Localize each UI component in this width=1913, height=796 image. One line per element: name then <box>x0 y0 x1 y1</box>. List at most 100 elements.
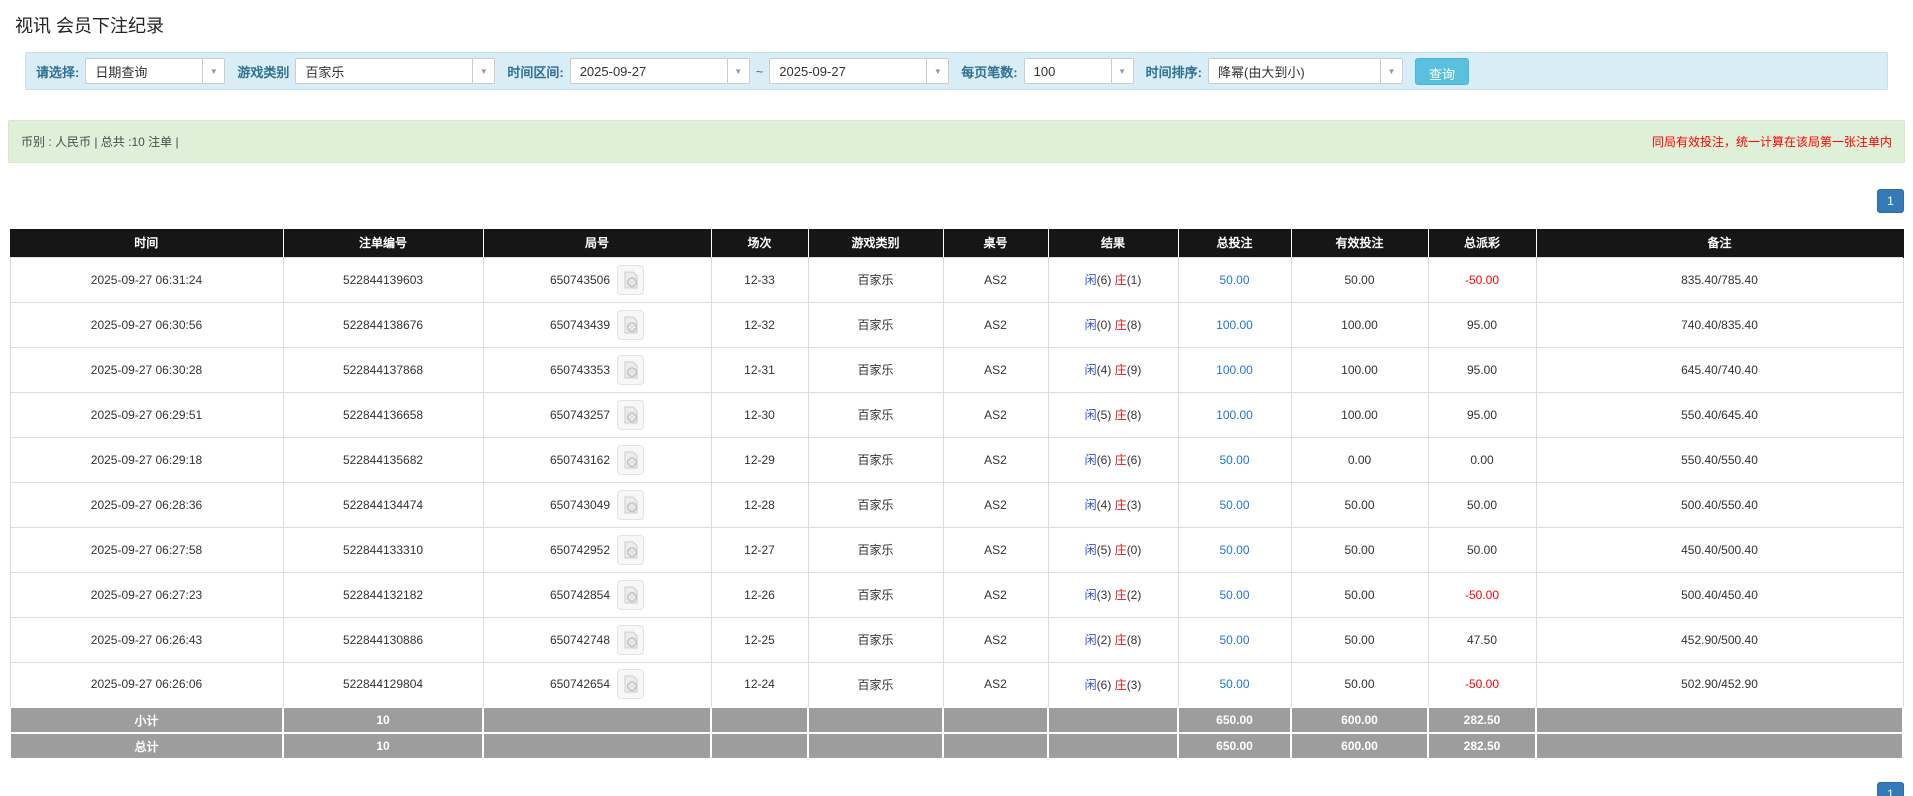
cell-payout: 50.00 <box>1428 482 1536 527</box>
result-banker-label: 庄 <box>1115 498 1127 512</box>
result-banker-score: (6) <box>1127 453 1142 467</box>
table-row: 2025-09-27 06:26:06 522844129804 6507426… <box>10 662 1903 707</box>
cell-result: 闲(6) 庄(3) <box>1048 662 1178 707</box>
video-replay-button[interactable] <box>617 669 644 699</box>
page-size-select[interactable]: 100 ▼ <box>1024 58 1134 84</box>
chevron-down-icon[interactable]: ▼ <box>1111 59 1133 83</box>
result-player-label: 闲 <box>1085 498 1097 512</box>
query-type-select[interactable]: 日期查询 ▼ <box>85 58 225 84</box>
table-row: 2025-09-27 06:31:24 522844139603 6507435… <box>10 257 1903 302</box>
date-to-select[interactable]: 2025-09-27 ▼ <box>769 58 949 84</box>
cell-note: 740.40/835.40 <box>1536 302 1903 347</box>
result-player-label: 闲 <box>1085 543 1097 557</box>
sort-order-select[interactable]: 降幂(由大到小) ▼ <box>1208 58 1403 84</box>
cell-payout: 0.00 <box>1428 437 1536 482</box>
result-banker-label: 庄 <box>1115 678 1127 692</box>
cell-session: 12-32 <box>711 302 808 347</box>
total-bet-link[interactable]: 100.00 <box>1216 363 1253 377</box>
sort-order-label: 时间排序: <box>1146 62 1202 81</box>
table-row: 2025-09-27 06:30:28 522844137868 6507433… <box>10 347 1903 392</box>
total-bet-link[interactable]: 50.00 <box>1219 453 1249 467</box>
total-bet-link[interactable]: 100.00 <box>1216 318 1253 332</box>
subtotal-total-bet: 650.00 <box>1178 707 1291 733</box>
total-bet-link[interactable]: 50.00 <box>1219 273 1249 287</box>
total-bet-link[interactable]: 50.00 <box>1219 633 1249 647</box>
cell-game-type: 百家乐 <box>808 347 943 392</box>
cell-time: 2025-09-27 06:27:58 <box>10 527 283 572</box>
round-no-value: 650743439 <box>550 318 610 332</box>
round-no-value: 650743353 <box>550 363 610 377</box>
round-no-value: 650743506 <box>550 273 610 287</box>
video-replay-button[interactable] <box>617 490 644 520</box>
cell-result: 闲(5) 庄(8) <box>1048 392 1178 437</box>
video-replay-button[interactable] <box>617 535 644 565</box>
cell-note: 502.90/452.90 <box>1536 662 1903 707</box>
page-button[interactable]: 1 <box>1877 782 1904 796</box>
cell-game-type: 百家乐 <box>808 437 943 482</box>
cell-total-bet: 100.00 <box>1178 302 1291 347</box>
total-bet-link[interactable]: 50.00 <box>1219 677 1249 691</box>
video-replay-button[interactable] <box>617 355 644 385</box>
chevron-down-icon[interactable]: ▼ <box>1380 59 1402 83</box>
cell-total-bet: 50.00 <box>1178 482 1291 527</box>
chevron-down-icon[interactable]: ▼ <box>202 59 224 83</box>
result-banker-label: 庄 <box>1115 363 1127 377</box>
result-player-score: (2) <box>1097 633 1112 647</box>
result-player-score: (5) <box>1097 408 1112 422</box>
total-bet-link[interactable]: 50.00 <box>1219 543 1249 557</box>
result-banker-score: (3) <box>1127 678 1142 692</box>
subtotal-label: 小计 <box>10 707 283 733</box>
cell-time: 2025-09-27 06:30:28 <box>10 347 283 392</box>
page-button[interactable]: 1 <box>1877 189 1904 213</box>
cell-round-no: 650743049 <box>483 482 711 527</box>
cell-session: 12-29 <box>711 437 808 482</box>
cell-table-no: AS2 <box>943 572 1048 617</box>
video-replay-button[interactable] <box>617 580 644 610</box>
video-replay-button[interactable] <box>617 265 644 295</box>
game-type-select[interactable]: 百家乐 ▼ <box>295 58 495 84</box>
result-player-score: (6) <box>1097 678 1112 692</box>
cell-table-no: AS2 <box>943 662 1048 707</box>
media-file-icon <box>623 541 639 559</box>
cell-round-no: 650743439 <box>483 302 711 347</box>
cell-bet-no: 522844139603 <box>283 257 483 302</box>
total-valid-bet: 600.00 <box>1291 733 1428 759</box>
header-bet-no: 注单编号 <box>283 229 483 257</box>
round-no-value: 650742854 <box>550 588 610 602</box>
cell-time: 2025-09-27 06:28:36 <box>10 482 283 527</box>
cell-bet-no: 522844138676 <box>283 302 483 347</box>
video-replay-button[interactable] <box>617 400 644 430</box>
cell-note: 645.40/740.40 <box>1536 347 1903 392</box>
cell-result: 闲(0) 庄(8) <box>1048 302 1178 347</box>
date-from-select[interactable]: 2025-09-27 ▼ <box>570 58 750 84</box>
search-button[interactable]: 查询 <box>1415 58 1469 85</box>
cell-round-no: 650743353 <box>483 347 711 392</box>
date-range-label: 时间区间: <box>507 62 563 81</box>
result-banker-label: 庄 <box>1115 633 1127 647</box>
video-replay-button[interactable] <box>617 310 644 340</box>
total-bet-link[interactable]: 100.00 <box>1216 408 1253 422</box>
cell-result: 闲(4) 庄(9) <box>1048 347 1178 392</box>
round-no-value: 650743049 <box>550 498 610 512</box>
video-replay-button[interactable] <box>617 625 644 655</box>
query-type-value: 日期查询 <box>86 59 202 83</box>
chevron-down-icon[interactable]: ▼ <box>472 59 494 83</box>
cell-note: 500.40/450.40 <box>1536 572 1903 617</box>
total-payout: 282.50 <box>1428 733 1536 759</box>
result-player-score: (3) <box>1097 588 1112 602</box>
video-replay-button[interactable] <box>617 445 644 475</box>
chevron-down-icon[interactable]: ▼ <box>727 59 749 83</box>
total-bet-link[interactable]: 50.00 <box>1219 498 1249 512</box>
chevron-down-icon[interactable]: ▼ <box>926 59 948 83</box>
cell-result: 闲(6) 庄(6) <box>1048 437 1178 482</box>
round-no-value: 650743257 <box>550 408 610 422</box>
round-no-value: 650742952 <box>550 543 610 557</box>
cell-total-bet: 50.00 <box>1178 572 1291 617</box>
cell-total-bet: 50.00 <box>1178 662 1291 707</box>
table-row: 2025-09-27 06:26:43 522844130886 6507427… <box>10 617 1903 662</box>
cell-payout: 95.00 <box>1428 347 1536 392</box>
cell-table-no: AS2 <box>943 257 1048 302</box>
total-bet-link[interactable]: 50.00 <box>1219 588 1249 602</box>
cell-note: 500.40/550.40 <box>1536 482 1903 527</box>
date-from-value: 2025-09-27 <box>571 59 727 83</box>
